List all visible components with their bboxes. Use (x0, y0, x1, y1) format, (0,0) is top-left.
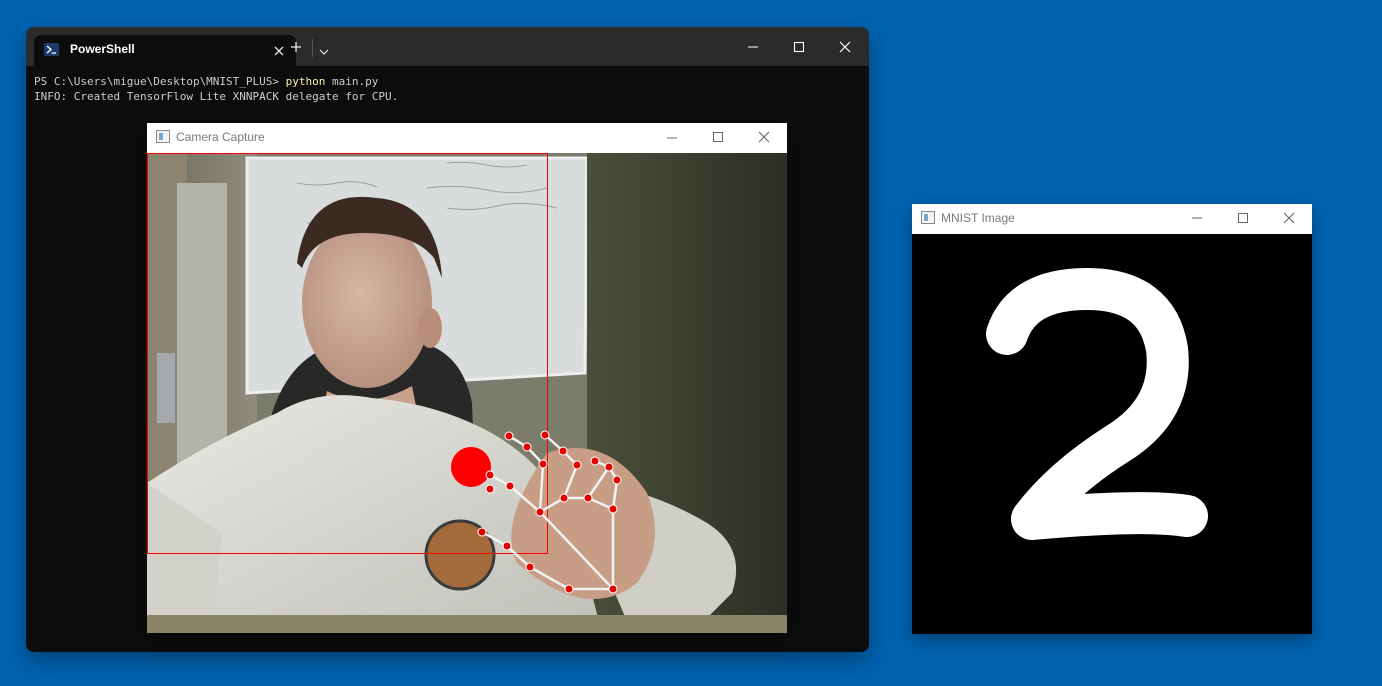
chevron-down-icon[interactable] (318, 42, 330, 55)
camera-window-title: Camera Capture (176, 130, 265, 144)
mnist-image-window[interactable]: MNIST Image (912, 204, 1312, 634)
camera-capture-window[interactable]: Camera Capture (147, 123, 787, 633)
terminal-titlebar[interactable]: PowerShell (26, 27, 869, 66)
output-line: INFO: Created TensorFlow Lite XNNPACK de… (34, 90, 399, 103)
finger-pointer (451, 447, 491, 487)
camera-titlebar[interactable]: Camera Capture (147, 123, 787, 153)
mnist-titlebar[interactable]: MNIST Image (912, 204, 1312, 234)
tab-label: PowerShell (70, 42, 135, 56)
command-args: main.py (325, 75, 379, 88)
window-app-icon (921, 211, 935, 224)
minimize-button[interactable] (663, 129, 681, 147)
close-button[interactable] (755, 128, 773, 146)
maximize-button[interactable] (1234, 209, 1252, 227)
handwritten-digit-drawing (986, 268, 1208, 540)
minimize-button[interactable] (744, 38, 762, 56)
tab-close-icon[interactable] (272, 43, 286, 57)
camera-feed (147, 153, 787, 633)
window-app-icon (156, 130, 170, 143)
command-line: PS C:\Users\migue\Desktop\MNIST_PLUS> py… (34, 75, 378, 88)
close-button[interactable] (836, 38, 854, 56)
tab-separator (312, 39, 313, 57)
mnist-window-title: MNIST Image (941, 211, 1015, 225)
desktop: PowerShell PS C:\Users\migue\Desktop\MNI… (0, 0, 1382, 686)
minimize-button[interactable] (1188, 209, 1206, 227)
new-tab-button[interactable] (288, 39, 304, 55)
command-executable: python (285, 75, 326, 88)
webcam-frame (147, 153, 787, 633)
prompt: PS C:\Users\migue\Desktop\MNIST_PLUS> (34, 75, 286, 88)
maximize-button[interactable] (709, 128, 727, 146)
powershell-icon (44, 43, 59, 56)
close-button[interactable] (1280, 209, 1298, 227)
mnist-canvas (912, 234, 1312, 634)
maximize-button[interactable] (790, 38, 808, 56)
terminal-output[interactable]: PS C:\Users\migue\Desktop\MNIST_PLUS> py… (34, 74, 864, 104)
tab-powershell[interactable]: PowerShell (34, 35, 296, 66)
